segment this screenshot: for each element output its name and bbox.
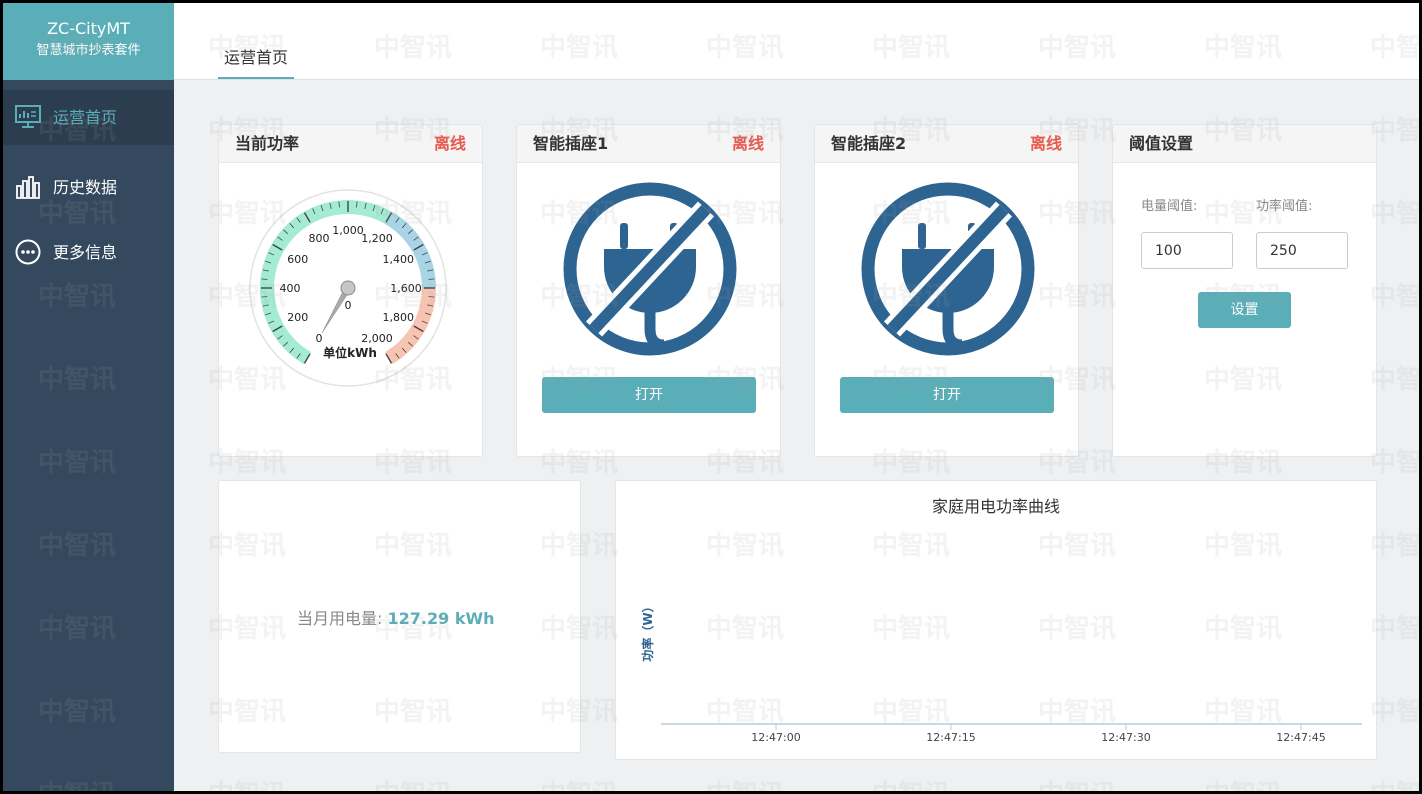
watermark-text: 中智讯 bbox=[872, 774, 950, 791]
energy-threshold-input[interactable] bbox=[1141, 232, 1233, 269]
brand-subtitle: 智慧城市抄表套件 bbox=[36, 43, 141, 58]
plug-disabled-icon bbox=[563, 182, 737, 356]
bar-chart-icon bbox=[15, 174, 41, 200]
x-tick-label: 12:47:00 bbox=[751, 731, 800, 744]
watermark-text: 中智讯 bbox=[208, 774, 286, 791]
gauge-tick-label: 1,400 bbox=[382, 253, 414, 266]
watermark-text: 中智讯 bbox=[540, 774, 618, 791]
gauge-tick-label: 1,000 bbox=[332, 224, 364, 237]
power-card: 当前功率 离线 0 200 400 600 800 1,000 1,200 1,400 1,60… bbox=[218, 124, 483, 457]
gauge-tick-label: 1,200 bbox=[361, 232, 393, 245]
monthly-usage: 当月用电量: 127.29 kWh bbox=[297, 605, 495, 629]
brand-block: ZC-CityMT 智慧城市抄表套件 bbox=[3, 3, 174, 80]
plug-disabled-icon bbox=[861, 182, 1035, 356]
watermark-text: 中智讯 bbox=[1370, 531, 1419, 561]
card-header: 智能插座2 离线 bbox=[815, 125, 1078, 163]
status-offline: 离线 bbox=[731, 134, 764, 153]
watermark-text: 中智讯 bbox=[1370, 448, 1419, 478]
power-threshold-input[interactable] bbox=[1256, 232, 1348, 269]
usage-label: 当月用电量: bbox=[297, 609, 383, 628]
sidebar-item-history[interactable]: 历史数据 bbox=[3, 160, 174, 215]
card-title: 智能插座1 bbox=[533, 134, 609, 153]
threshold-card: 阈值设置 电量阈值: 功率阈值: 设置 bbox=[1112, 124, 1377, 457]
watermark-text: 中智讯 bbox=[1370, 697, 1419, 727]
socket2-card: 智能插座2 离线 打开 bbox=[814, 124, 1079, 457]
gauge-unit-label: 单位kWh bbox=[323, 345, 377, 360]
card-header: 阈值设置 bbox=[1113, 125, 1376, 163]
card-header: 智能插座1 离线 bbox=[517, 125, 780, 163]
socket2-open-button[interactable]: 打开 bbox=[840, 377, 1054, 413]
gauge-tick-label: 2,000 bbox=[361, 332, 393, 345]
x-tick-label: 12:47:45 bbox=[1276, 731, 1325, 744]
watermark-text: 中智讯 bbox=[1370, 774, 1419, 791]
watermark-text: 中智讯 bbox=[374, 774, 452, 791]
watermark-text: 中智讯 bbox=[1370, 365, 1419, 395]
power-gauge: 0 200 400 6008001,0001,200 1,400 1,600 1,800 2,… bbox=[249, 189, 447, 387]
watermark-text: 中智讯 bbox=[1370, 199, 1419, 229]
watermark-text: 中智讯 bbox=[1370, 282, 1419, 312]
sidebar-item-label: 运营首页 bbox=[53, 108, 118, 127]
energy-threshold-label: 电量阈值: bbox=[1141, 199, 1198, 214]
power-chart-card: 家庭用电功率曲线 功率（W） 12:47:00 12:47:15 12:47:30 1… bbox=[615, 480, 1377, 760]
usage-value: 127.29 kWh bbox=[387, 609, 495, 628]
gauge-tick-label: 1,600 bbox=[390, 282, 422, 295]
more-circle-icon bbox=[15, 239, 41, 265]
power-chart: 功率（W） 12:47:00 12:47:15 12:47:30 12:47:45 bbox=[640, 600, 1362, 744]
gauge-tick-label: 200 bbox=[287, 311, 308, 324]
x-tick-label: 12:47:30 bbox=[1101, 731, 1150, 744]
sidebar-item-more[interactable]: 更多信息 bbox=[3, 225, 174, 280]
socket1-card: 智能插座1 离线 打开 bbox=[516, 124, 781, 457]
card-header: 当前功率 离线 bbox=[219, 125, 482, 163]
watermark-text: 中智讯 bbox=[706, 774, 784, 791]
brand-name: ZC-CityMT bbox=[47, 19, 130, 38]
tab-home[interactable]: 运营首页 bbox=[218, 47, 295, 79]
gauge-needle-hub bbox=[340, 280, 356, 296]
sidebar-item-label: 历史数据 bbox=[53, 178, 118, 197]
sidebar: ZC-CityMT 智慧城市抄表套件 运营首页 历史数据 更多信息 bbox=[3, 3, 174, 791]
usage-card: 当月用电量: 127.29 kWh bbox=[218, 480, 581, 753]
card-title: 当前功率 bbox=[235, 134, 300, 153]
watermark-text: 中智讯 bbox=[1370, 614, 1419, 644]
gauge-tick-label: 600 bbox=[287, 253, 308, 266]
gauge-value: 0 bbox=[345, 299, 352, 312]
top-header: 运营首页 bbox=[174, 3, 1419, 80]
sidebar-item-label: 更多信息 bbox=[53, 243, 118, 262]
watermark-text: 中智讯 bbox=[1038, 774, 1116, 791]
chart-ylabel: 功率（W） bbox=[640, 600, 655, 661]
x-tick-label: 12:47:15 bbox=[926, 731, 975, 744]
watermark-text: 中智讯 bbox=[1370, 116, 1419, 146]
watermark-text: 中智讯 bbox=[1204, 774, 1282, 791]
socket1-open-button[interactable]: 打开 bbox=[542, 377, 756, 413]
status-offline: 离线 bbox=[1029, 134, 1062, 153]
set-threshold-button[interactable]: 设置 bbox=[1198, 292, 1291, 328]
gauge-tick-label: 800 bbox=[309, 232, 330, 245]
gauge-tick-label: 0 bbox=[316, 332, 323, 345]
app-frame: ZC-CityMT 智慧城市抄表套件 运营首页 历史数据 更多信息 运营首页 当… bbox=[3, 3, 1419, 791]
status-offline: 离线 bbox=[433, 134, 466, 153]
power-threshold-label: 功率阈值: bbox=[1256, 199, 1313, 214]
gauge-tick-label: 400 bbox=[280, 282, 301, 295]
card-title: 阈值设置 bbox=[1129, 134, 1194, 153]
gauge-tick-label: 1,800 bbox=[382, 311, 414, 324]
card-title: 智能插座2 bbox=[831, 134, 907, 153]
sidebar-item-home[interactable]: 运营首页 bbox=[3, 90, 174, 145]
monitor-icon bbox=[15, 104, 41, 130]
